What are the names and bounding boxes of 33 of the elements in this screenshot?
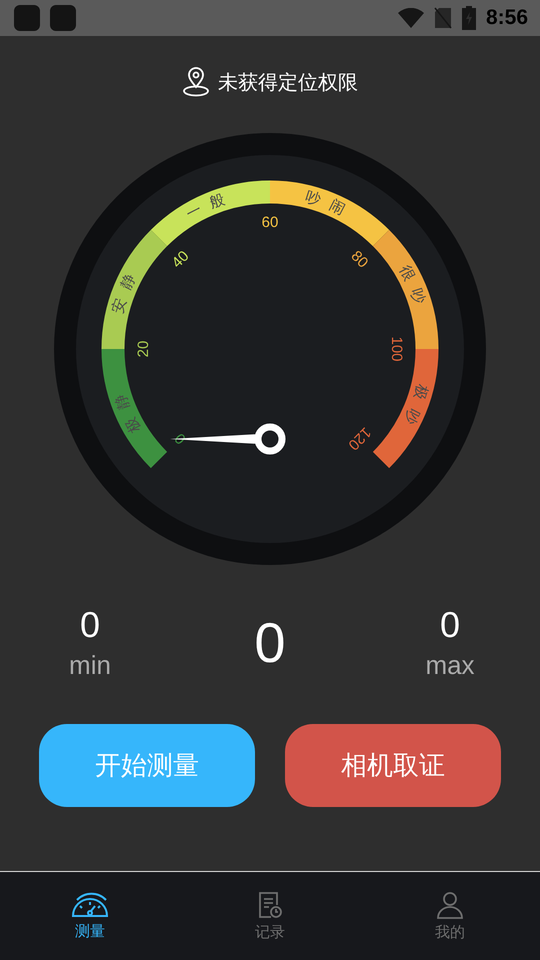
band-label: 吵闹 — [303, 187, 358, 224]
min-value: 0 — [80, 604, 100, 646]
location-pin-icon — [182, 67, 210, 97]
nav-tab[interactable]: 我的 — [360, 872, 540, 960]
start-button[interactable]: 开始测量 — [39, 724, 255, 807]
current-value: 0 — [254, 610, 286, 674]
band-label: 极吵 — [396, 382, 432, 436]
app-notification-icon — [14, 5, 40, 31]
band-label: 一般 — [182, 187, 237, 224]
app-notification-icon — [50, 5, 76, 31]
battery-icon — [462, 6, 476, 30]
nav-tab[interactable]: 测量 — [0, 872, 180, 960]
gauge-icon — [71, 892, 109, 918]
tick-label: 40 — [168, 248, 192, 272]
nav-tab[interactable]: 记录 — [180, 872, 360, 960]
tick-label: 120 — [344, 424, 374, 454]
max-label: max — [425, 650, 475, 680]
max-value: 0 — [440, 604, 460, 646]
camera-button[interactable]: 相机取证 — [285, 724, 501, 807]
person-icon — [437, 890, 463, 918]
min-label: min — [69, 650, 111, 680]
band-label: 很吵 — [396, 262, 432, 316]
wifi-icon — [398, 8, 424, 28]
document-clock-icon — [257, 890, 283, 918]
status-time: 8:56 — [486, 6, 528, 30]
band-label: 安静 — [108, 262, 144, 316]
location-permission-notice: 未获得定位权限 — [218, 68, 358, 96]
tick-label: 20 — [134, 340, 152, 358]
tick-label: 80 — [348, 248, 372, 272]
tick-label: 60 — [262, 214, 278, 231]
no-sim-icon — [434, 7, 452, 29]
tick-label: 100 — [388, 336, 406, 362]
band-label: 极静 — [108, 382, 144, 436]
